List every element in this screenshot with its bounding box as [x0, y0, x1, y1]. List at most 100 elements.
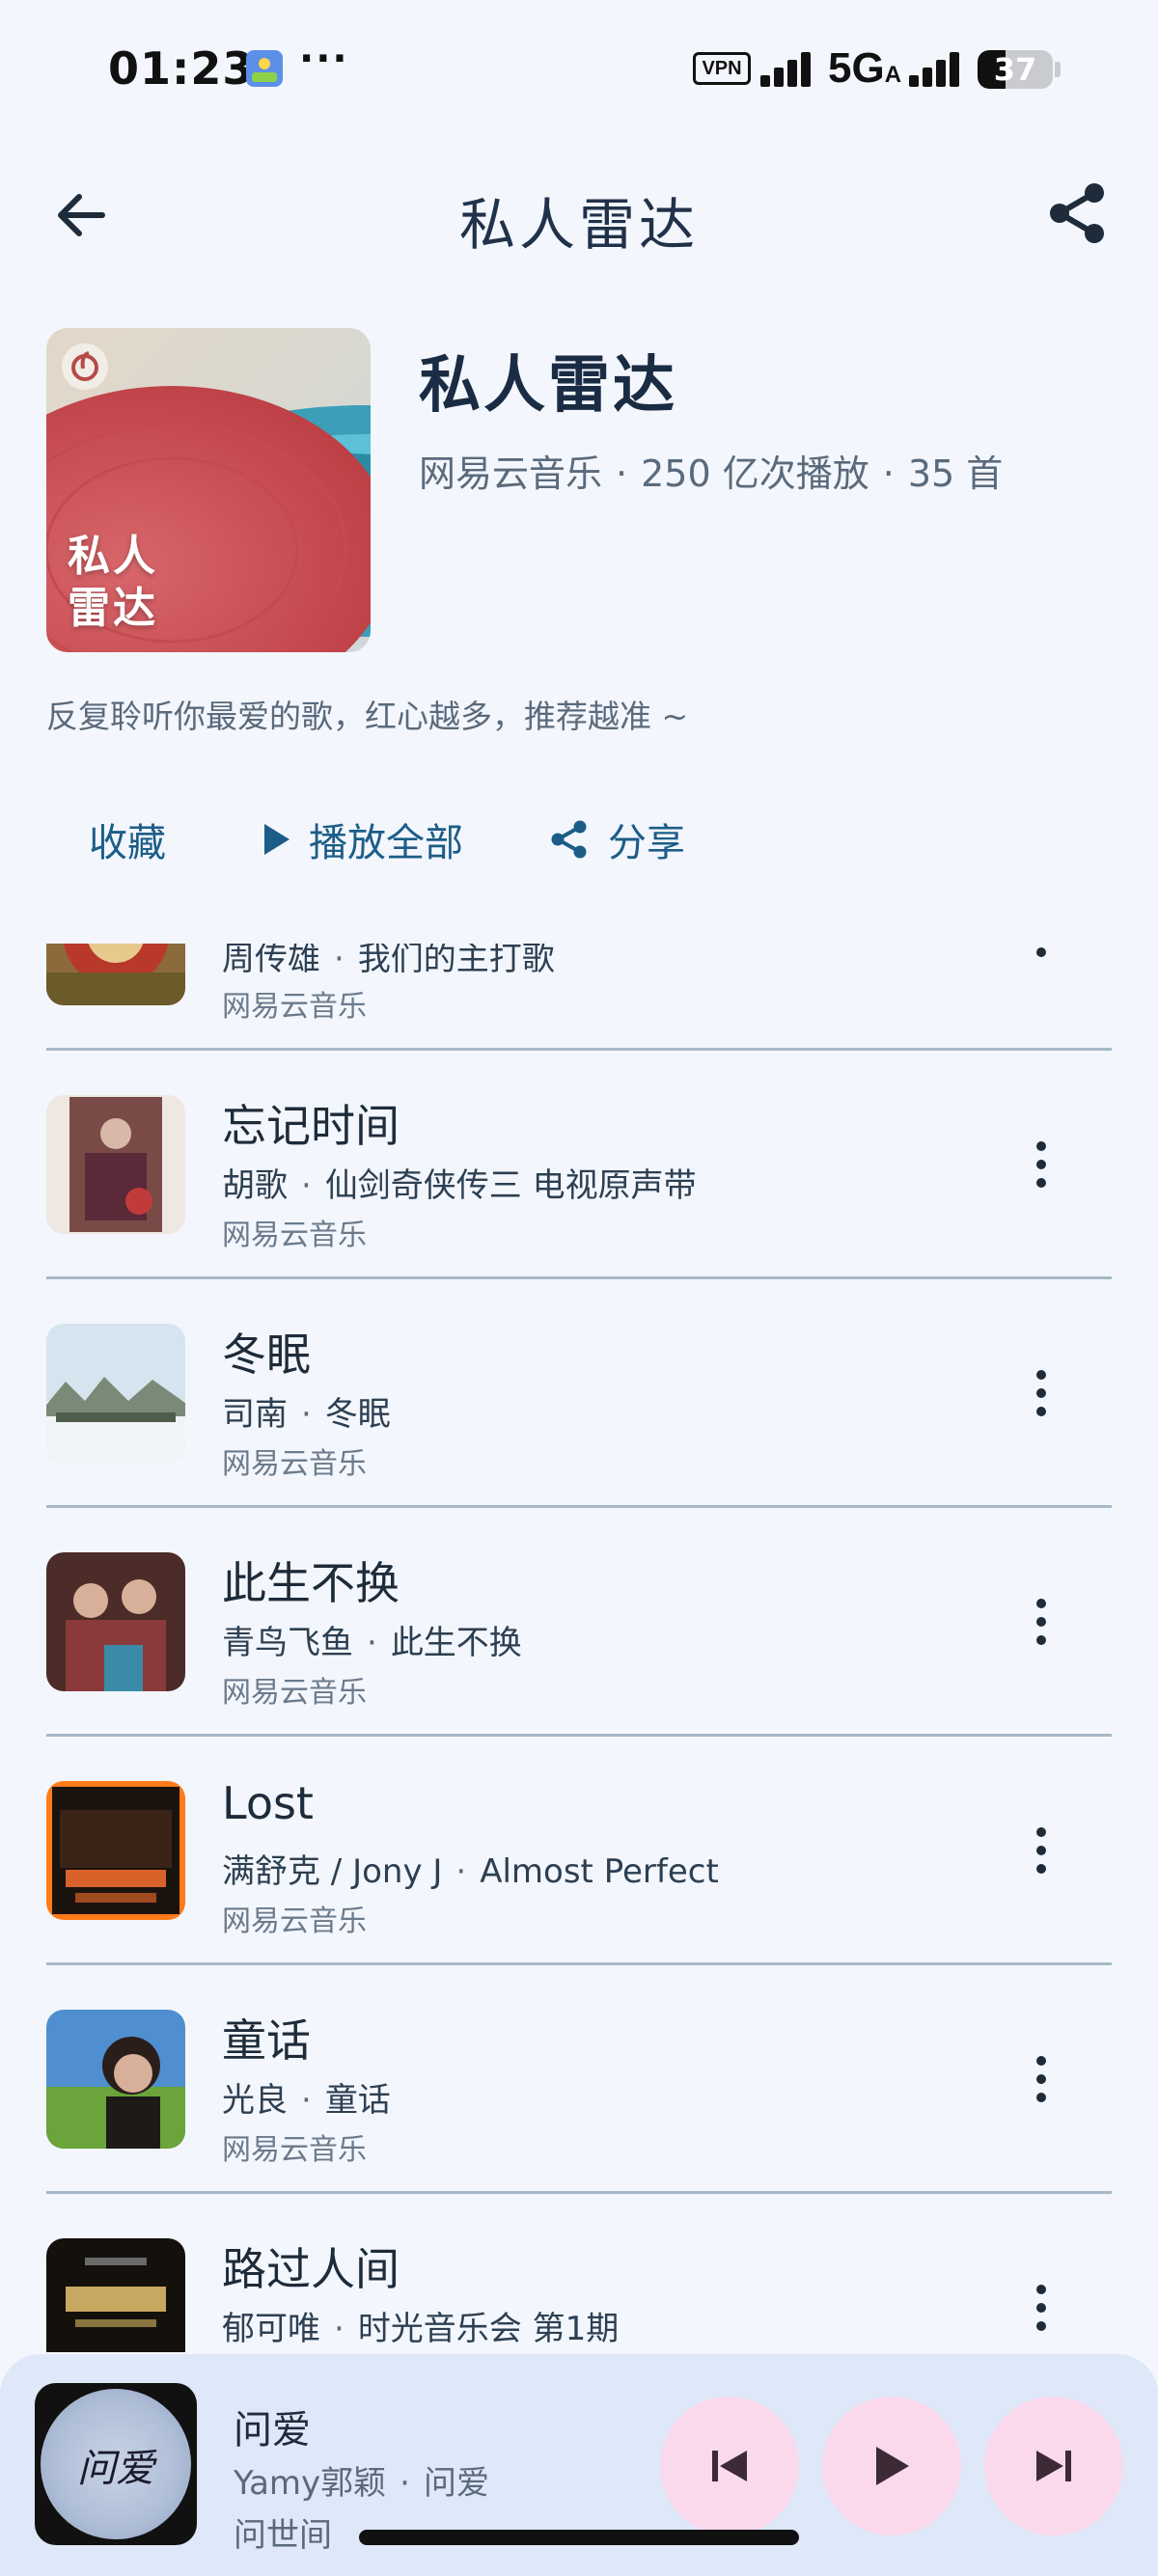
more-options-button[interactable] [1025, 2050, 1058, 2108]
share-playlist-button[interactable]: 分享 [548, 810, 685, 868]
song-title: 冬眠 [222, 1329, 311, 1381]
song-row[interactable]: 路过人间 郁可唯 · 时光音乐会 第1期 [0, 2194, 1158, 2352]
skip-next-icon [1036, 2451, 1071, 2481]
song-subtitle: 满舒克 / Jony J · Almost Perfect [222, 1852, 719, 1891]
gallery-app-icon [246, 50, 283, 87]
status-bar: 01:23 ··· VPN 5GA 37 [0, 0, 1158, 135]
more-notifications-icon: ··· [299, 37, 349, 81]
more-options-button[interactable] [1025, 1822, 1058, 1879]
network-type: 5GA [828, 44, 902, 92]
more-options-button[interactable] [1025, 1136, 1058, 1193]
previous-button[interactable] [660, 2397, 799, 2535]
signal-icon [760, 52, 813, 87]
song-cover [46, 1552, 185, 1691]
song-source: 网易云音乐 [222, 2133, 367, 2167]
song-source: 网易云音乐 [222, 990, 367, 1024]
play-all-label: 播放全部 [309, 821, 463, 865]
playlist-count: 35 首 [907, 452, 1004, 495]
more-options-button[interactable] [1025, 944, 1058, 963]
now-playing-disc: 问爱 [41, 2389, 191, 2539]
song-source: 网易云音乐 [222, 1905, 367, 1938]
status-time: 01:23 [108, 42, 255, 95]
song-row[interactable]: 周传雄 · 我们的主打歌 网易云音乐 [0, 944, 1158, 1051]
more-options-button[interactable] [1025, 1364, 1058, 1422]
more-options-button[interactable] [1025, 2279, 1058, 2337]
song-album: 冬眠 [324, 1395, 391, 1434]
now-playing-subtitle: Yamy郭颖 · 问爱 [234, 2464, 489, 2503]
song-artist: 胡歌 [222, 1166, 288, 1205]
play-button[interactable] [822, 2397, 961, 2535]
vpn-icon: VPN [693, 52, 751, 85]
song-subtitle: 胡歌 · 仙剑奇侠传三 电视原声带 [222, 1166, 697, 1205]
song-source: 网易云音乐 [222, 1676, 367, 1710]
next-button[interactable] [984, 2397, 1123, 2535]
playlist-meta: 网易云音乐 · 250 亿次播放 · 35 首 [419, 452, 1004, 495]
now-playing-cover[interactable]: 问爱 [35, 2383, 197, 2545]
song-subtitle: 青鸟飞鱼 · 此生不换 [222, 1624, 522, 1662]
play-icon [264, 824, 290, 855]
song-subtitle: 周传雄 · 我们的主打歌 [222, 944, 555, 979]
playlist-cover[interactable]: 私人 雷达 [46, 328, 371, 652]
skip-previous-icon [712, 2451, 747, 2481]
song-cover [46, 2010, 185, 2149]
song-subtitle: 司南 · 冬眠 [222, 1395, 391, 1434]
page-title: 私人雷达 [458, 192, 699, 258]
song-row[interactable]: 忘记时间 胡歌 · 仙剑奇侠传三 电视原声带 网易云音乐 [0, 1051, 1158, 1279]
song-cover [46, 1324, 185, 1463]
song-album: 仙剑奇侠传三 电视原声带 [324, 1166, 697, 1205]
battery-tip [1055, 62, 1061, 77]
song-title: 忘记时间 [222, 1100, 400, 1152]
song-subtitle: 光良 · 童话 [222, 2081, 391, 2120]
now-playing-cover-text: 问爱 [77, 2447, 154, 2491]
song-album: 时光音乐会 第1期 [357, 2310, 620, 2348]
battery-level: 37 [993, 51, 1037, 88]
song-artist: 满舒克 / Jony J [222, 1852, 443, 1891]
song-album: Almost Perfect [480, 1852, 719, 1891]
more-options-button[interactable] [1025, 1593, 1058, 1651]
playlist-name: 私人雷达 [419, 350, 677, 422]
share-button[interactable] [1044, 179, 1112, 247]
song-row[interactable]: Lost 满舒克 / Jony J · Almost Perfect 网易云音乐 [0, 1737, 1158, 1965]
song-artist: 光良 [222, 2081, 288, 2120]
song-subtitle: 郁可唯 · 时光音乐会 第1期 [222, 2310, 620, 2348]
song-artist: 郁可唯 [222, 2310, 320, 2348]
song-source: 网易云音乐 [222, 1219, 367, 1252]
song-list[interactable]: 周传雄 · 我们的主打歌 网易云音乐 忘记时间 胡歌 · 仙剑奇侠传三 电视原声带 网易… [0, 944, 1158, 2352]
home-indicator[interactable] [359, 2530, 799, 2545]
share-icon [551, 820, 587, 859]
collect-button[interactable]: 收藏 [89, 810, 166, 868]
song-artist: 青鸟飞鱼 [222, 1624, 353, 1662]
netease-logo-icon [62, 343, 108, 390]
share-label: 分享 [608, 821, 685, 865]
song-cover [46, 2238, 185, 2352]
playlist-description[interactable]: 反复聆听你最爱的歌，红心越多，推荐越准 ~ [46, 691, 688, 737]
battery-icon: 37 [978, 50, 1053, 89]
song-cover [46, 944, 185, 1005]
now-playing-album: 问爱 [423, 2464, 489, 2503]
song-cover [46, 1781, 185, 1920]
song-album: 我们的主打歌 [357, 944, 555, 978]
playlist-creator[interactable]: 网易云音乐 [419, 452, 602, 495]
play-all-button[interactable]: 播放全部 [262, 810, 463, 868]
song-title: 此生不换 [222, 1557, 400, 1609]
song-source: 网易云音乐 [222, 1447, 367, 1481]
song-row[interactable]: 此生不换 青鸟飞鱼 · 此生不换 网易云音乐 [0, 1508, 1158, 1737]
now-playing-title: 问爱 [234, 2408, 311, 2453]
share-icon [1050, 183, 1104, 243]
song-artist: 周传雄 [222, 944, 320, 978]
song-row[interactable]: 童话 光良 · 童话 网易云音乐 [0, 1965, 1158, 2194]
playlist-plays: 250 亿次播放 [641, 452, 869, 495]
signal-icon-secondary [909, 52, 961, 87]
now-playing-lyric: 问世间 [234, 2516, 332, 2555]
song-artist: 司南 [222, 1395, 288, 1434]
song-title: 路过人间 [222, 2243, 400, 2295]
song-cover [46, 1095, 185, 1234]
cover-title: 私人 雷达 [68, 532, 158, 633]
now-playing-artist: Yamy郭颖 [234, 2464, 387, 2503]
song-title: 童话 [222, 2014, 311, 2067]
song-album: 此生不换 [390, 1624, 522, 1662]
song-album: 童话 [324, 2081, 391, 2120]
play-icon [876, 2447, 909, 2485]
song-title: Lost [222, 1777, 314, 1829]
song-row[interactable]: 冬眠 司南 · 冬眠 网易云音乐 [0, 1279, 1158, 1508]
